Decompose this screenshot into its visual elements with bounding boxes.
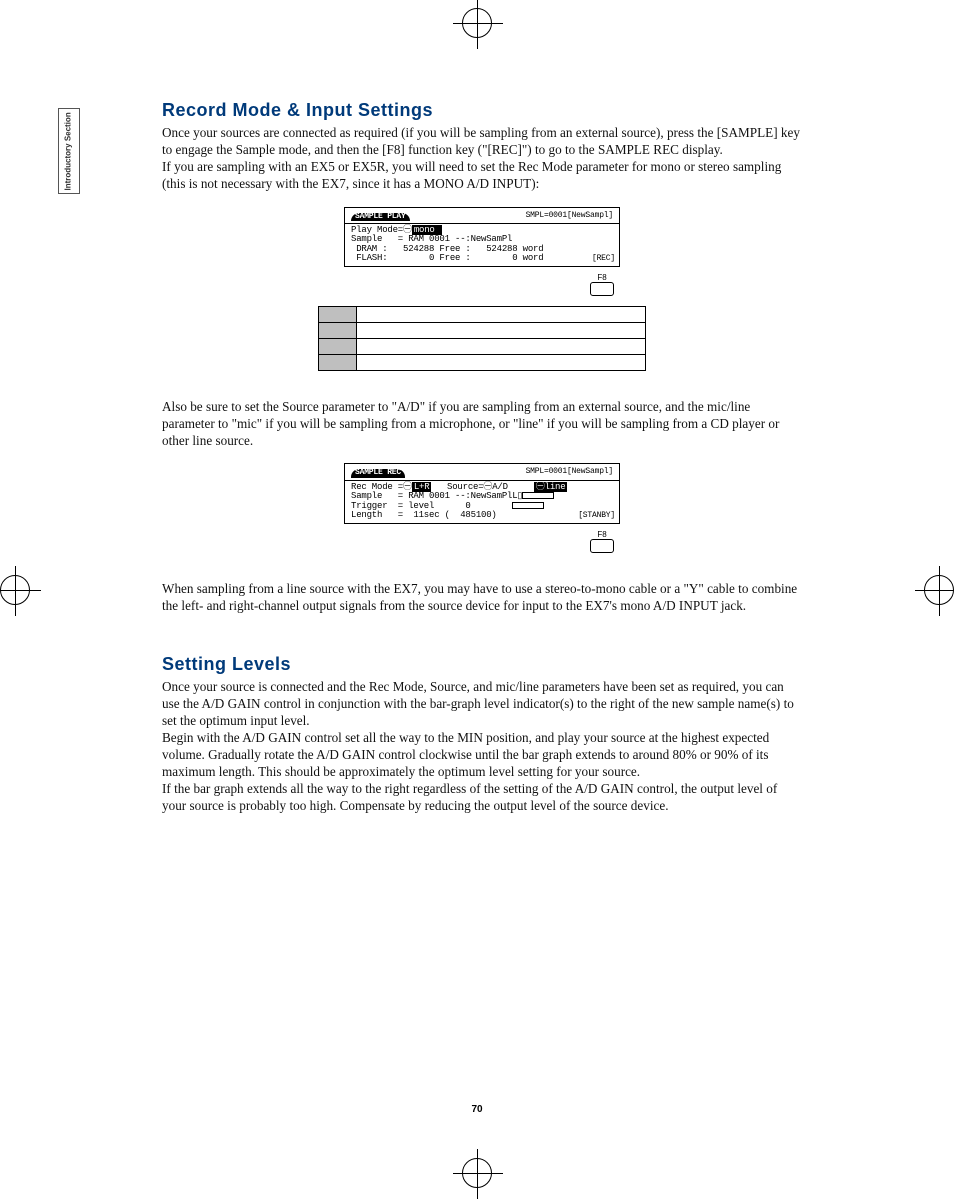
table-row-cell: [357, 354, 646, 370]
lcd1-header-right: SMPL=0001[NewSampl]: [526, 212, 613, 220]
f8-label-1: F8: [590, 273, 614, 282]
lcd2-level-bar-icon: [522, 492, 554, 499]
lcd2-line0-inv2: ㊀line: [534, 482, 568, 492]
lcd2-tab: SAMPLE REC: [351, 469, 405, 477]
para-levels-3: If the bar graph extends all the way to …: [162, 781, 802, 815]
lcd1-tab: SAMPLE PLAY: [351, 213, 410, 221]
page-number: 70: [0, 1104, 954, 1115]
para-ex7-cable: When sampling from a line source with th…: [162, 581, 802, 615]
blank-table: [318, 306, 646, 371]
lcd1-corner: [REC]: [592, 255, 615, 263]
lcd2-corner: [STANBY]: [578, 512, 615, 520]
f8-button-icon-2: [590, 539, 614, 553]
para-record-mode-2: If you are sampling with an EX5 or EX5R,…: [162, 159, 802, 193]
page-content: Record Mode & Input Settings Once your s…: [162, 100, 802, 815]
lcd1-line4: FLASH: 0 Free : 0 word: [351, 254, 613, 263]
para-record-mode-1: Once your sources are connected as requi…: [162, 125, 802, 159]
para-source-ad: Also be sure to set the Source parameter…: [162, 399, 802, 450]
f8-group-2: F8: [344, 530, 620, 553]
table-row-lead: [319, 322, 357, 338]
table-row-cell: [357, 306, 646, 322]
table-row-lead: [319, 306, 357, 322]
lcd2-trigger-bar-icon: [512, 502, 544, 509]
lcd-sample-play: SAMPLE PLAY SMPL=0001[NewSampl] Play Mod…: [344, 207, 620, 267]
f8-group-1: F8: [344, 273, 620, 296]
crop-mark-bottom: [462, 1158, 492, 1188]
table-row-cell: [357, 338, 646, 354]
table-row-cell: [357, 322, 646, 338]
lcd2-header-right: SMPL=0001[NewSampl]: [526, 468, 613, 476]
para-levels-2: Begin with the A/D GAIN control set all …: [162, 730, 802, 781]
heading-setting-levels: Setting Levels: [162, 654, 802, 675]
crop-mark-right: [924, 575, 954, 605]
crop-mark-left: [0, 575, 30, 605]
f8-label-2: F8: [590, 530, 614, 539]
lcd-sample-rec: SAMPLE REC SMPL=0001[NewSampl] Rec Mode …: [344, 463, 620, 523]
table-row-lead: [319, 338, 357, 354]
para-levels-1: Once your source is connected and the Re…: [162, 679, 802, 730]
table-row-lead: [319, 354, 357, 370]
lcd2-line4: Length = 11sec ( 485100): [351, 511, 613, 520]
side-tab: Introductory Section: [58, 108, 80, 194]
f8-button-icon-1: [590, 282, 614, 296]
crop-mark-top: [462, 8, 492, 38]
side-tab-label: Introductory Section: [65, 112, 74, 190]
heading-record-mode: Record Mode & Input Settings: [162, 100, 802, 121]
